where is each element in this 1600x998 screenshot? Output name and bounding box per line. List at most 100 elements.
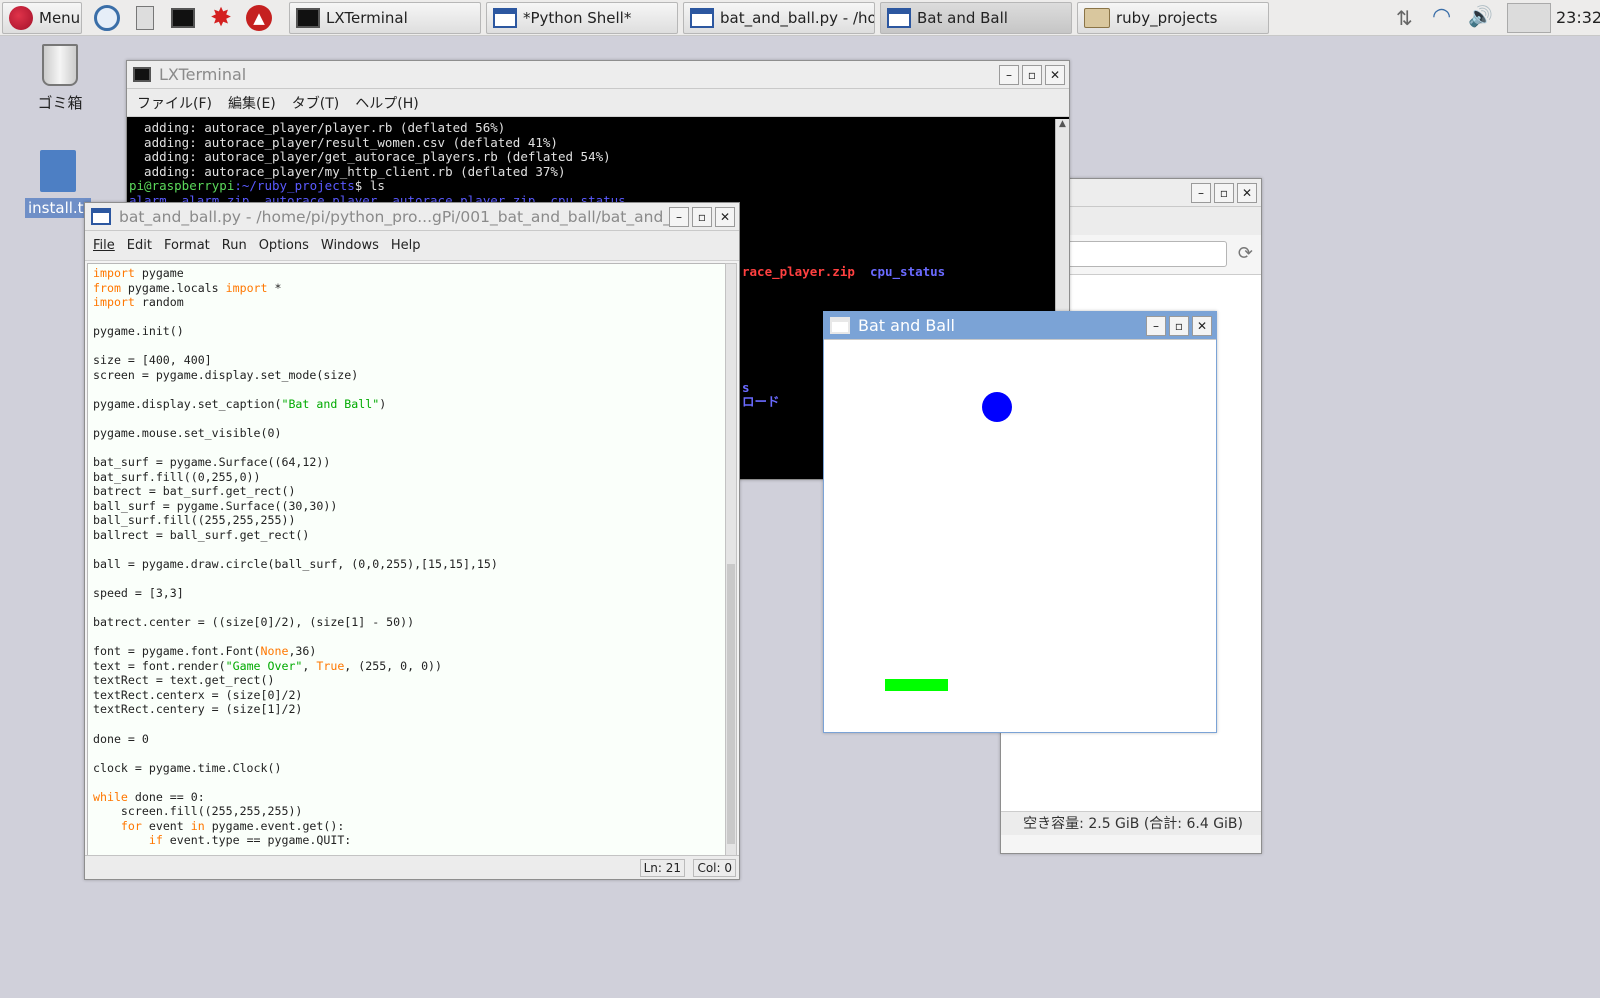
- minimize-button[interactable]: –: [1191, 183, 1211, 203]
- task-python-shell[interactable]: *Python Shell*: [486, 2, 678, 34]
- code-line: bat_surf = pygame.Surface((64,12)): [93, 455, 331, 470]
- code-line: speed = [3,3]: [93, 586, 184, 601]
- code-line: ball = pygame.draw.circle(ball_surf, (0,…: [93, 556, 498, 571]
- close-button[interactable]: ✕: [1045, 65, 1065, 85]
- wolfram-icon[interactable]: ▲: [242, 2, 276, 34]
- ls-zip-entry: race_player.zip: [742, 264, 855, 279]
- cpu-monitor[interactable]: [1507, 3, 1551, 33]
- menu-format[interactable]: Format: [164, 238, 210, 253]
- task-ruby-projects[interactable]: ruby_projects: [1077, 2, 1269, 34]
- terminal-icon[interactable]: [166, 2, 200, 34]
- code-editor[interactable]: import pygame from pygame.locals import *…: [87, 263, 727, 856]
- window-icon: [887, 8, 911, 28]
- code-line: textRect = text.get_rect(): [93, 673, 275, 688]
- install-file-desktop-item[interactable]: install.txt: [24, 150, 92, 218]
- editor-scrollbar[interactable]: [725, 263, 737, 856]
- menu-windows[interactable]: Windows: [321, 238, 379, 253]
- wifi-icon[interactable]: ◠: [1432, 4, 1451, 29]
- menu-edit[interactable]: Edit: [127, 238, 152, 253]
- close-button[interactable]: ✕: [1237, 183, 1257, 203]
- terminal-line: adding: autorace_player/my_http_client.r…: [129, 163, 566, 179]
- game-title: Bat and Ball: [858, 316, 955, 335]
- terminal-line: adding: autorace_player/get_autorace_pla…: [129, 149, 611, 165]
- folder-icon: [1084, 8, 1110, 28]
- window-icon: [690, 8, 714, 28]
- scrollbar-thumb[interactable]: [727, 564, 735, 844]
- menu-file[interactable]: File: [93, 238, 115, 253]
- menu-button[interactable]: Menu: [2, 2, 82, 34]
- terminal-line: adding: autorace_player/player.rb (defla…: [129, 120, 506, 135]
- task-label: Bat and Ball: [917, 9, 1008, 27]
- task-lxterminal[interactable]: LXTerminal: [289, 2, 481, 34]
- menu-file[interactable]: ファイル(F): [137, 93, 212, 113]
- editor-titlebar: bat_and_ball.py - /home/pi/python_pro...…: [85, 203, 739, 231]
- menu-options[interactable]: Options: [259, 238, 309, 253]
- editor-menubar: File Edit Format Run Options Windows Hel…: [85, 231, 739, 261]
- trash-desktop-item[interactable]: ゴミ箱: [28, 44, 92, 113]
- close-button[interactable]: ✕: [715, 207, 735, 227]
- game-canvas[interactable]: [824, 341, 1216, 732]
- minimize-button[interactable]: –: [999, 65, 1019, 85]
- jump-icon[interactable]: ⟳: [1238, 243, 1253, 264]
- network-icon[interactable]: ⇅: [1396, 6, 1413, 30]
- menu-tabs[interactable]: タブ(T): [292, 93, 339, 113]
- maximize-button[interactable]: ▫: [1022, 65, 1042, 85]
- code-line: import pygame: [93, 266, 184, 280]
- code-line: pygame.mouse.set_visible(0): [93, 426, 282, 441]
- terminal-menubar: ファイル(F) 編集(E) タブ(T) ヘルプ(H): [127, 89, 1069, 117]
- task-bat-and-ball[interactable]: Bat and Ball: [880, 2, 1072, 34]
- code-line: text = font.render("Game Over", True, (2…: [93, 658, 443, 673]
- minimize-button[interactable]: –: [669, 207, 689, 227]
- code-line: textRect.centery = (size[1]/2): [93, 702, 303, 717]
- prompt-command: $ ls: [354, 178, 385, 194]
- raspberry-icon: [9, 6, 33, 30]
- code-line: ball_surf = pygame.Surface((30,30)): [93, 498, 338, 513]
- code-line: import random: [93, 295, 184, 310]
- file-label: install.txt: [25, 198, 91, 218]
- menu-help[interactable]: Help: [391, 238, 421, 253]
- ball: [982, 392, 1012, 422]
- menu-help[interactable]: ヘルプ(H): [355, 93, 418, 113]
- code-line: for event in pygame.event.get():: [120, 818, 345, 833]
- file-manager-icon[interactable]: [128, 2, 162, 34]
- browser-icon[interactable]: [90, 2, 124, 34]
- volume-icon[interactable]: 🔊: [1468, 4, 1493, 28]
- bat-paddle: [885, 679, 948, 691]
- window-icon: [830, 317, 850, 334]
- task-label: LXTerminal: [326, 9, 408, 27]
- window-icon: [493, 8, 517, 28]
- clock[interactable]: 23:32: [1556, 8, 1600, 27]
- task-bat-and-ball-py[interactable]: bat_and_ball.py - /ho...: [683, 2, 875, 34]
- code-line: screen.fill((255,255,255)): [93, 804, 303, 819]
- free-space-status: 空き容量: 2.5 GiB (合計: 6.4 GiB): [1001, 811, 1261, 835]
- text-file-icon: [40, 150, 76, 192]
- scroll-up-arrow[interactable]: ▲: [1056, 119, 1069, 129]
- terminal-icon: [133, 67, 151, 82]
- code-line: while done == 0:: [93, 789, 205, 804]
- maximize-button[interactable]: ▫: [1214, 183, 1234, 203]
- close-button[interactable]: ✕: [1192, 316, 1212, 336]
- code-line: textRect.centerx = (size[0]/2): [93, 687, 303, 702]
- editor-window: bat_and_ball.py - /home/pi/python_pro...…: [84, 202, 740, 880]
- maximize-button[interactable]: ▫: [1169, 316, 1189, 336]
- prompt-path: :~/ruby_projects: [234, 178, 355, 194]
- terminal-title: LXTerminal: [159, 65, 247, 84]
- terminal-titlebar: LXTerminal – ▫ ✕: [127, 61, 1069, 89]
- code-line: done = 0: [93, 731, 149, 746]
- menu-edit[interactable]: 編集(E): [228, 93, 276, 113]
- minimize-button[interactable]: –: [1146, 316, 1166, 336]
- task-label: bat_and_ball.py - /ho...: [720, 9, 875, 27]
- menu-run[interactable]: Run: [222, 238, 247, 253]
- game-window: Bat and Ball – ▫ ✕: [823, 311, 1217, 733]
- maximize-button[interactable]: ▫: [692, 207, 712, 227]
- mathematica-icon[interactable]: ✸: [204, 2, 238, 34]
- code-line: from pygame.locals import *: [93, 280, 282, 295]
